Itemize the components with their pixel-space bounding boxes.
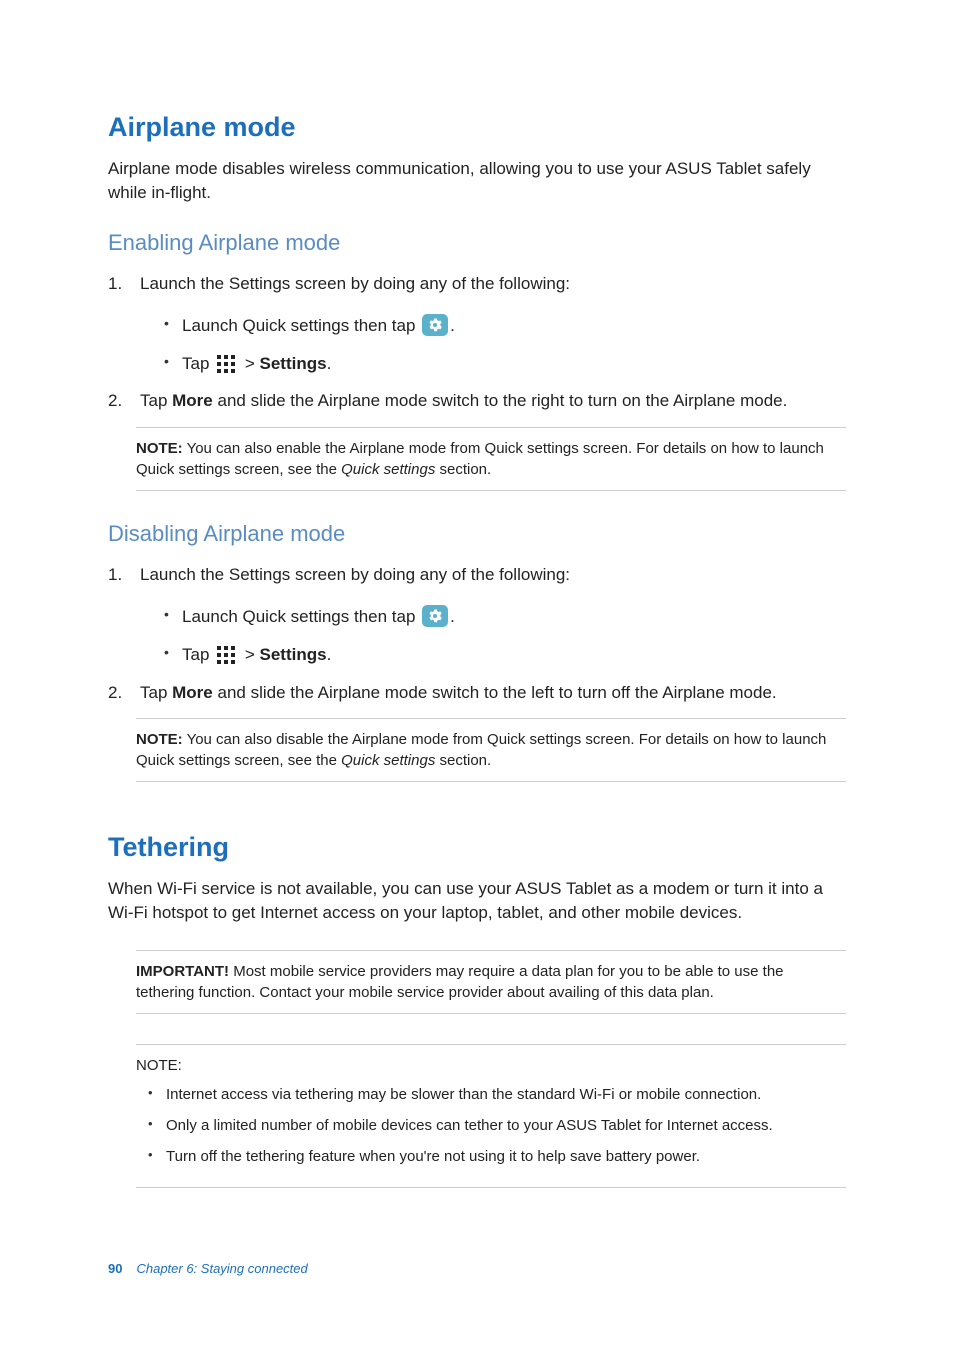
airplane-intro: Airplane mode disables wireless communic… [108,157,846,204]
tethering-important-body: Most mobile service providers may requir… [136,963,784,1001]
tethering-intro: When Wi-Fi service is not available, you… [108,877,846,924]
tethering-important-lead: IMPORTANT! [136,963,229,980]
heading-enabling-airplane: Enabling Airplane mode [108,230,846,256]
disable-note-lead: NOTE: [136,731,183,748]
enable-sub-b: Tap > Settings. [164,352,846,376]
enable-step-2-bold: More [172,391,213,410]
tethering-note-1: Only a limited number of mobile devices … [148,1115,842,1136]
disable-sub-b-bold: Settings [260,645,327,664]
apps-grid-icon [216,646,238,664]
tethering-note-box: NOTE: Internet access via tethering may … [136,1044,846,1188]
tethering-note-2: Turn off the tethering feature when you'… [148,1146,842,1167]
heading-airplane-mode: Airplane mode [108,112,846,143]
tethering-note-lead: NOTE: [136,1057,182,1074]
enable-step-1: Launch the Settings screen by doing any … [108,272,846,375]
page: Airplane mode Airplane mode disables wir… [0,0,954,1350]
disable-note: NOTE: You can also disable the Airplane … [136,718,846,782]
enable-note-lead: NOTE: [136,440,183,457]
enable-sub-b-tail: . [327,354,332,373]
disable-step-2-bold: More [172,683,213,702]
disable-step-1-text: Launch the Settings screen by doing any … [140,565,570,584]
page-footer: 90 Chapter 6: Staying connected [108,1261,308,1276]
disable-sub-b-tail: . [327,645,332,664]
enable-sub-b-lead: Tap [182,354,214,373]
tethering-note-list: Internet access via tethering may be slo… [136,1084,842,1167]
enable-note: NOTE: You can also enable the Airplane m… [136,427,846,491]
heading-disabling-airplane: Disabling Airplane mode [108,521,846,547]
disable-sub-b: Tap > Settings. [164,643,846,667]
enable-sub-a-text: Launch Quick settings then tap [182,316,420,335]
disable-step-2-tail: and slide the Airplane mode switch to th… [213,683,777,702]
enable-sub-a-tail: . [450,316,455,335]
enable-sub-a: Launch Quick settings then tap . [164,314,846,338]
disable-sub-b-lead: Tap [182,645,214,664]
heading-tethering: Tethering [108,832,846,863]
enable-step-1-text: Launch the Settings screen by doing any … [140,274,570,293]
disable-step-2: Tap More and slide the Airplane mode swi… [108,681,846,705]
disable-sub-b-mid: > [240,645,259,664]
disable-step-1: Launch the Settings screen by doing any … [108,563,846,666]
disable-sublist: Launch Quick settings then tap . Tap > S… [140,605,846,667]
chapter-name: Chapter 6: Staying connected [136,1261,307,1276]
enable-steps: Launch the Settings screen by doing any … [108,272,846,413]
enable-step-2-tail: and slide the Airplane mode switch to th… [213,391,788,410]
page-number: 90 [108,1261,122,1276]
disable-sub-a-text: Launch Quick settings then tap [182,607,420,626]
gear-icon [422,605,448,627]
enable-sublist: Launch Quick settings then tap . Tap > S… [140,314,846,376]
disable-note-ital: Quick settings [341,752,435,769]
disable-sub-a: Launch Quick settings then tap . [164,605,846,629]
enable-note-ital: Quick settings [341,461,435,478]
enable-step-2-lead: Tap [140,391,172,410]
disable-steps: Launch the Settings screen by doing any … [108,563,846,704]
disable-note-tail: section. [435,752,491,769]
enable-sub-b-bold: Settings [260,354,327,373]
enable-sub-b-mid: > [240,354,259,373]
enable-step-2: Tap More and slide the Airplane mode swi… [108,389,846,413]
gear-icon [422,314,448,336]
tethering-important: IMPORTANT! Most mobile service providers… [136,950,846,1014]
tethering-note-0: Internet access via tethering may be slo… [148,1084,842,1105]
enable-note-tail: section. [435,461,491,478]
apps-grid-icon [216,355,238,373]
disable-sub-a-tail: . [450,607,455,626]
disable-step-2-lead: Tap [140,683,172,702]
